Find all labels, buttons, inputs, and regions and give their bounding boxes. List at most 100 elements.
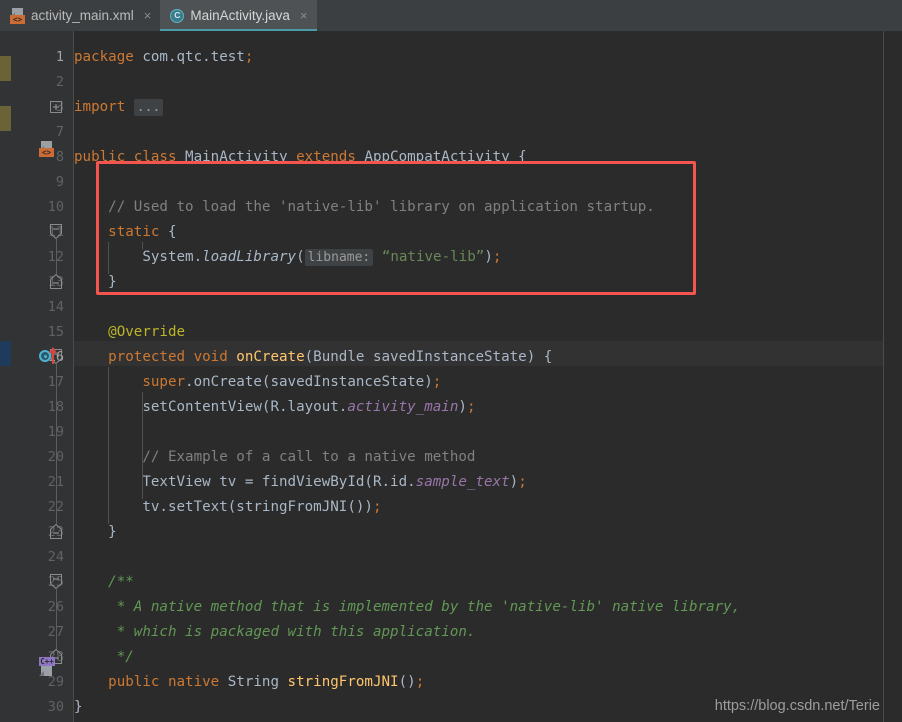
fold-region-line <box>56 238 57 274</box>
code-token: // Used to load the 'native-lib' library… <box>74 199 655 215</box>
fold-end-icon[interactable] <box>50 274 63 287</box>
code-line[interactable]: super.onCreate(savedInstanceState); <box>74 370 441 395</box>
fold-expanded-icon[interactable] <box>50 574 63 587</box>
code-token: ... <box>134 99 163 116</box>
line-number: 24 <box>48 545 64 570</box>
indent-guide <box>108 242 109 274</box>
tab-label: MainActivity.java <box>190 8 290 23</box>
code-line[interactable]: */ <box>74 645 134 670</box>
code-token: onCreate <box>236 349 304 365</box>
code-token: ; <box>373 499 382 515</box>
code-token: } <box>74 699 83 715</box>
fold-expanded-icon[interactable] <box>50 224 63 237</box>
tab-label: activity_main.xml <box>31 8 134 23</box>
indent-guide <box>142 392 143 499</box>
line-number: 1 <box>56 45 64 70</box>
xml-layout-icon: <> <box>10 8 25 24</box>
code-token: TextView tv = findViewById(R.id. <box>74 474 416 490</box>
line-number: 7 <box>56 120 64 145</box>
code-token: tv.setText(stringFromJNI()) <box>74 499 373 515</box>
code-line[interactable]: } <box>74 520 117 545</box>
code-token: import <box>74 99 134 115</box>
code-line[interactable]: * A native method that is implemented by… <box>74 595 740 620</box>
code-token: String <box>228 674 288 690</box>
code-token: static <box>74 224 168 240</box>
indent-guide <box>142 242 143 249</box>
code-token: sample_text <box>416 474 510 490</box>
code-token: super <box>74 374 185 390</box>
fold-end-icon[interactable] <box>50 524 63 537</box>
code-canvas[interactable]: package com.qtc.test; import ... public cl… <box>74 31 883 722</box>
code-line[interactable]: * which is packaged with this applicatio… <box>74 620 475 645</box>
code-token: public native <box>74 674 228 690</box>
code-token: .onCreate(savedInstanceState) <box>185 374 433 390</box>
code-token: ) <box>510 474 519 490</box>
code-token: “native-lib” <box>382 249 485 265</box>
code-token: extends <box>288 149 365 165</box>
code-token: ; <box>433 374 442 390</box>
code-token: com.qtc.test <box>142 49 245 65</box>
ide-window: <> activity_main.xml × C MainActivity.ja… <box>0 0 902 722</box>
fold-region-line <box>56 588 57 649</box>
editor-tab-bar: <> activity_main.xml × C MainActivity.ja… <box>0 0 902 31</box>
code-token: /** <box>74 574 134 590</box>
code-token: AppCompatActivity { <box>364 149 526 165</box>
code-line[interactable]: System.loadLibrary(libname: “native-lib”… <box>74 245 501 270</box>
code-line[interactable]: public class MainActivity extends AppCom… <box>74 145 527 170</box>
line-number: 8 <box>56 145 64 170</box>
close-icon[interactable]: × <box>144 9 152 22</box>
code-line[interactable]: package com.qtc.test; <box>74 45 253 70</box>
code-token: ) <box>484 249 493 265</box>
line-number-gutter[interactable]: 12378<>910111213141516171819202122232425… <box>11 31 73 722</box>
code-line[interactable]: @Override <box>74 320 185 345</box>
code-line[interactable]: } <box>74 270 117 295</box>
java-class-icon: C <box>170 9 184 23</box>
vcs-change-strip <box>0 31 11 722</box>
code-line[interactable]: } <box>74 695 83 720</box>
code-token: ) <box>458 399 467 415</box>
code-token: System. <box>74 249 202 265</box>
code-line[interactable]: tv.setText(stringFromJNI()); <box>74 495 382 520</box>
line-number: 9 <box>56 170 64 195</box>
code-line[interactable]: import ... <box>74 95 163 120</box>
line-number: 2 <box>56 70 64 95</box>
code-token: package <box>74 49 142 65</box>
code-token: // Example of a call to a native method <box>74 449 475 465</box>
code-token: libname: <box>305 249 374 266</box>
code-token: (Bundle savedInstanceState) { <box>305 349 553 365</box>
vcs-change-marker[interactable] <box>0 106 11 131</box>
code-token: ; <box>493 249 502 265</box>
code-token: ; <box>416 674 425 690</box>
tab-activity-main-xml[interactable]: <> activity_main.xml × <box>0 0 160 31</box>
code-token: activity_main <box>347 399 458 415</box>
tab-mainactivity-java[interactable]: C MainActivity.java × <box>160 0 316 31</box>
fold-collapsed-icon[interactable] <box>50 101 63 114</box>
code-line[interactable]: static { <box>74 220 177 245</box>
line-number: 30 <box>48 695 64 720</box>
code-token: } <box>74 274 117 290</box>
code-line[interactable]: public native String stringFromJNI(); <box>74 670 424 695</box>
vcs-change-marker[interactable] <box>0 341 11 366</box>
code-token: * A native method that is implemented by… <box>74 599 740 615</box>
code-editor[interactable]: 12378<>910111213141516171819202122232425… <box>0 31 902 722</box>
code-token: * which is packaged with this applicatio… <box>74 624 475 640</box>
vcs-change-marker[interactable] <box>0 56 11 81</box>
code-token: () <box>399 674 416 690</box>
code-token: public class <box>74 149 185 165</box>
code-line[interactable]: protected void onCreate(Bundle savedInst… <box>74 345 552 370</box>
code-line[interactable]: // Example of a call to a native method <box>74 445 475 470</box>
code-token: protected void <box>74 349 236 365</box>
xml-layout-marker-icon[interactable]: <> <box>39 141 54 161</box>
code-token: loadLibrary <box>202 249 296 265</box>
code-token: ; <box>518 474 527 490</box>
code-token <box>373 249 382 265</box>
editor-right-rail <box>883 31 902 722</box>
code-line[interactable]: setContentView(R.layout.activity_main); <box>74 395 475 420</box>
code-token: } <box>74 524 117 540</box>
code-token: @Override <box>74 324 185 340</box>
code-token: ; <box>467 399 476 415</box>
code-token: MainActivity <box>185 149 288 165</box>
close-icon[interactable]: × <box>300 9 308 22</box>
code-line[interactable]: // Used to load the 'native-lib' library… <box>74 195 655 220</box>
code-line[interactable]: /** <box>74 570 134 595</box>
